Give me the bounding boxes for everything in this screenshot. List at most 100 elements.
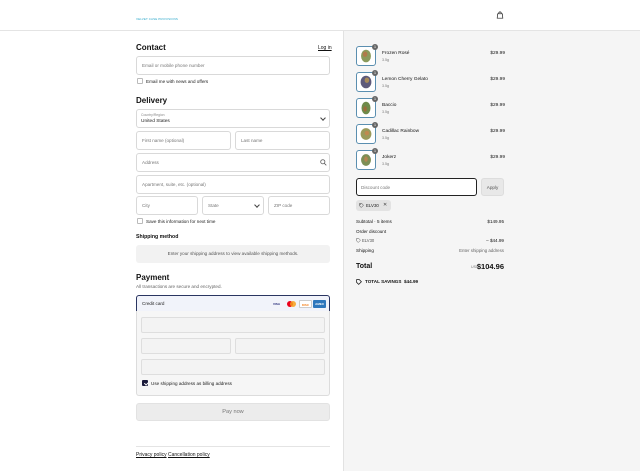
discount-value: – $44.99 bbox=[486, 238, 504, 243]
discount-code-applied: ELV30 bbox=[362, 238, 375, 243]
chevron-down-icon bbox=[254, 202, 260, 208]
subtotal-value: $149.95 bbox=[487, 219, 504, 224]
mastercard-icon bbox=[285, 300, 298, 308]
country-select[interactable]: Country/Region United States bbox=[136, 109, 330, 128]
apartment-field[interactable]: Apartment, suite, etc. (optional) bbox=[136, 175, 330, 194]
login-link[interactable]: Log in bbox=[318, 45, 332, 51]
city-field[interactable]: City bbox=[136, 196, 198, 215]
billing-address-label: Use shipping address as billing address bbox=[151, 381, 232, 386]
visa-icon: VISA bbox=[272, 302, 280, 306]
product-image: 1 bbox=[356, 148, 378, 170]
item-price: $29.99 bbox=[490, 51, 505, 56]
subtotal-label: Subtotal · 5 items bbox=[356, 219, 392, 224]
total-value: $104.96 bbox=[476, 262, 504, 271]
pay-now-button[interactable]: Pay now bbox=[136, 403, 330, 421]
first-name-placeholder: First name (optional) bbox=[142, 138, 185, 143]
credit-card-option[interactable]: Credit card VISA DISC AMEX bbox=[136, 295, 330, 312]
applied-code: ELV30 bbox=[366, 203, 379, 208]
shipping-method-notice: Enter your shipping address to view avai… bbox=[136, 245, 330, 263]
address-field[interactable]: Address bbox=[136, 153, 330, 172]
last-name-placeholder: Last name bbox=[241, 138, 263, 143]
shipping-label: Shipping bbox=[356, 248, 374, 253]
item-name: Jokerz bbox=[382, 155, 397, 160]
first-name-field[interactable]: First name (optional) bbox=[136, 131, 231, 150]
store-logo[interactable]: VELVET CASE PROVISIONS bbox=[136, 17, 178, 21]
state-placeholder: State bbox=[208, 203, 219, 208]
tag-icon bbox=[356, 238, 361, 243]
save-info-label: Save this information for next time bbox=[146, 219, 216, 224]
header: VELVET CASE PROVISIONS bbox=[0, 0, 640, 31]
order-item: 1 Frozen Rosé 3.5g $29.99 bbox=[356, 44, 505, 68]
item-name: Frozen Rosé bbox=[382, 51, 410, 56]
address-placeholder: Address bbox=[142, 160, 159, 165]
order-item: 1 Lemon Cherry Gelato 3.5g $29.99 bbox=[356, 70, 505, 94]
billing-address-checkbox[interactable] bbox=[142, 380, 148, 386]
order-item: 1 Baccio 3.5g $29.99 bbox=[356, 96, 505, 120]
discount-code-field[interactable]: Discount code bbox=[356, 178, 477, 196]
quantity-badge: 1 bbox=[372, 122, 378, 128]
search-icon bbox=[320, 159, 327, 166]
item-price: $29.99 bbox=[490, 129, 505, 134]
email-field[interactable]: Email or mobile phone number bbox=[136, 56, 330, 75]
item-name: Lemon Cherry Gelato bbox=[382, 77, 428, 82]
card-number-field[interactable] bbox=[141, 317, 325, 333]
total-savings-label: TOTAL SAVINGS bbox=[365, 279, 402, 284]
privacy-policy-link[interactable]: Privacy policy bbox=[136, 452, 167, 458]
apartment-placeholder: Apartment, suite, etc. (optional) bbox=[142, 182, 206, 187]
item-variant: 3.5g bbox=[382, 162, 389, 166]
item-name: Cadillac Rainbow bbox=[382, 129, 420, 134]
quantity-badge: 1 bbox=[372, 96, 378, 102]
newsletter-label: Email me with news and offers bbox=[146, 79, 209, 84]
discover-icon: DISC bbox=[299, 300, 312, 308]
order-item: 1 Jokerz 3.5g $29.99 bbox=[356, 148, 505, 172]
security-code-field[interactable] bbox=[235, 338, 325, 354]
delivery-heading: Delivery bbox=[136, 96, 168, 105]
apply-discount-button[interactable]: Apply bbox=[481, 178, 504, 196]
shopping-bag-icon[interactable] bbox=[496, 11, 504, 19]
item-price: $29.99 bbox=[490, 77, 505, 82]
last-name-field[interactable]: Last name bbox=[235, 131, 330, 150]
credit-card-label: Credit card bbox=[142, 301, 165, 306]
item-variant: 3.5g bbox=[382, 136, 389, 140]
item-name: Baccio bbox=[382, 103, 397, 108]
item-variant: 3.5g bbox=[382, 84, 389, 88]
credit-card-form: Use shipping address as billing address bbox=[136, 311, 330, 396]
quantity-badge: 1 bbox=[372, 148, 378, 154]
product-image: 1 bbox=[356, 44, 378, 66]
contact-heading: Contact bbox=[136, 43, 166, 52]
order-item: 1 Cadillac Rainbow 3.5g $29.99 bbox=[356, 122, 505, 146]
zip-field[interactable]: ZIP code bbox=[268, 196, 330, 215]
quantity-badge: 1 bbox=[372, 44, 378, 50]
payment-subtitle: All transactions are secure and encrypte… bbox=[136, 284, 222, 289]
city-placeholder: City bbox=[142, 203, 150, 208]
newsletter-checkbox[interactable] bbox=[137, 78, 143, 84]
quantity-badge: 1 bbox=[372, 70, 378, 76]
country-label: Country/Region bbox=[141, 113, 165, 117]
apply-label: Apply bbox=[486, 185, 499, 190]
total-savings-value: $44.99 bbox=[404, 279, 419, 284]
product-image: 1 bbox=[356, 122, 378, 144]
cancellation-policy-link[interactable]: Cancellation policy bbox=[168, 452, 210, 458]
payment-heading: Payment bbox=[136, 273, 170, 282]
item-variant: 3.5g bbox=[382, 110, 389, 114]
shipping-method-heading: Shipping method bbox=[136, 234, 179, 240]
tag-icon bbox=[356, 279, 362, 285]
applied-discount-tag: ELV30 ✕ bbox=[356, 200, 391, 211]
expiration-field[interactable] bbox=[141, 338, 231, 354]
shipping-value: Enter shipping address bbox=[459, 248, 504, 253]
email-placeholder: Email or mobile phone number bbox=[142, 63, 205, 68]
amex-icon: AMEX bbox=[313, 300, 326, 308]
item-variant: 3.5g bbox=[382, 58, 389, 62]
shipping-method-message: Enter your shipping address to view avai… bbox=[167, 251, 299, 256]
discount-placeholder: Discount code bbox=[361, 185, 391, 190]
save-info-checkbox[interactable] bbox=[137, 218, 143, 224]
name-on-card-field[interactable] bbox=[141, 359, 325, 375]
tag-icon bbox=[359, 203, 364, 208]
state-select[interactable]: State bbox=[202, 196, 264, 215]
item-price: $29.99 bbox=[490, 155, 505, 160]
pay-now-label: Pay now bbox=[222, 409, 244, 415]
footer-divider bbox=[136, 446, 330, 447]
product-image: 1 bbox=[356, 96, 378, 118]
remove-discount-icon[interactable]: ✕ bbox=[383, 202, 387, 208]
chevron-down-icon bbox=[320, 115, 326, 121]
